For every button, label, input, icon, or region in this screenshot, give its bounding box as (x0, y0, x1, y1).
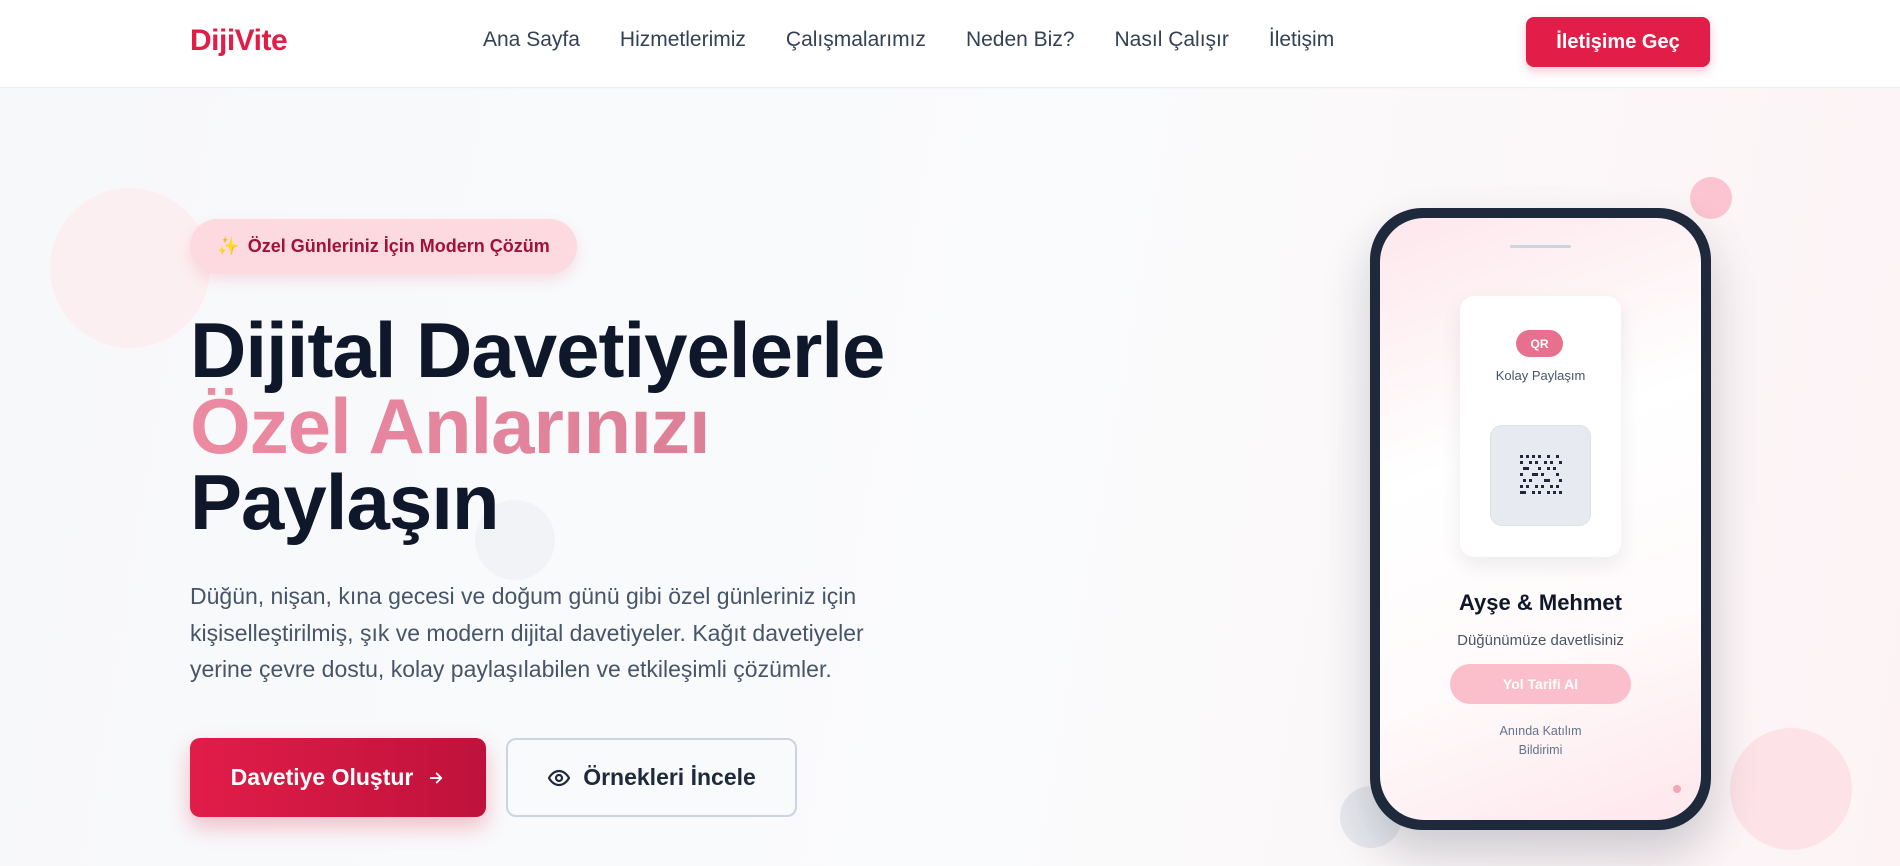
decorative-circle (1730, 728, 1852, 850)
qr-card: QR Kolay Paylaşım (1460, 296, 1621, 557)
phone-screen: QR Kolay Paylaşım Ayşe & Mehmet Düğünümü… (1380, 218, 1701, 820)
nav-link-works[interactable]: Çalışmalarımız (786, 28, 926, 52)
qr-label: Kolay Paylaşım (1495, 368, 1586, 383)
navbar: DijiVite Ana Sayfa Hizmetlerimiz Çalışma… (0, 0, 1900, 88)
headline-line-2-accent: Özel Anlarınızı (190, 387, 884, 465)
brand-logo[interactable]: DijiVite (190, 24, 288, 58)
qr-code-icon (1519, 454, 1562, 494)
get-directions-button[interactable]: Yol Tarifi Al (1450, 664, 1631, 704)
qr-pill-badge: QR (1516, 330, 1563, 357)
rsvp-label: Anında Katılım Bildirimi (1499, 724, 1582, 757)
hero-headline: Dijital Davetiyelerle Özel Anlarınızı Pa… (190, 306, 885, 546)
arrow-right-icon (430, 772, 443, 783)
headline-line-3: Paylaşın (190, 458, 500, 546)
sparkles-icon: ✨ (217, 236, 240, 256)
nav-link-home[interactable]: Ana Sayfa (483, 28, 580, 52)
phone-notch (1510, 245, 1571, 248)
nav-link-services[interactable]: Hizmetlerimiz (620, 28, 746, 52)
contact-cta-button[interactable]: İletişime Geç (1526, 17, 1710, 67)
status-dot (1673, 785, 1681, 793)
rsvp-text: Anında Katılım Bildirimi (1380, 722, 1701, 760)
hero-description: Düğün, nişan, kına gecesi ve doğum günü … (190, 583, 864, 682)
hero-badge: ✨ Özel Günleriniz İçin Modern Çözüm (190, 219, 577, 274)
nav-link-why-us[interactable]: Neden Biz? (966, 28, 1075, 52)
view-examples-button[interactable]: Örnekleri İncele (506, 738, 797, 817)
qr-code[interactable] (1490, 425, 1591, 526)
create-invitation-label: Davetiye Oluştur (230, 764, 414, 790)
couple-names: Ayşe & Mehmet (1458, 590, 1622, 615)
nav-link-how-it-works[interactable]: Nasıl Çalışır (1115, 28, 1229, 52)
headline-line-1: Dijital Davetiyelerle (190, 306, 885, 394)
nav-link-contact[interactable]: İletişim (1269, 28, 1334, 52)
phone-mockup: QR Kolay Paylaşım Ayşe & Mehmet Düğünümü… (1370, 208, 1711, 830)
decorative-circle (1690, 177, 1732, 219)
create-invitation-button[interactable]: Davetiye Oluştur (190, 738, 486, 817)
nav-links: Ana Sayfa Hizmetlerimiz Çalışmalarımız N… (483, 28, 1334, 52)
decorative-circle (50, 188, 210, 348)
eye-icon (548, 769, 571, 786)
view-examples-label: Örnekleri İncele (583, 764, 756, 790)
hero-badge-text: Özel Günleriniz İçin Modern Çözüm (247, 236, 550, 256)
invite-text: Düğünümüze davetlisiniz (1457, 632, 1624, 649)
